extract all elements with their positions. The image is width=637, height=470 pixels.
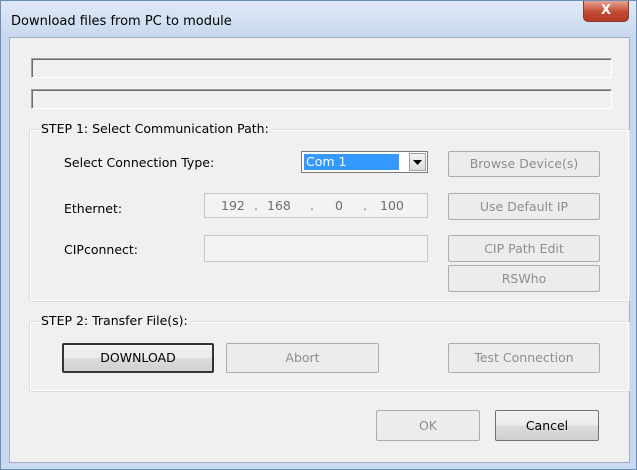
- step1-group: STEP 1: Select Communication Path: Selec…: [29, 121, 630, 302]
- connection-type-select[interactable]: Com 1: [301, 151, 428, 173]
- ethernet-label: Ethernet:: [64, 201, 123, 216]
- test-connection-button[interactable]: Test Connection: [448, 343, 600, 373]
- ip-dot: .: [363, 198, 367, 213]
- title-bar[interactable]: Download files from PC to module X: [1, 1, 636, 37]
- abort-button[interactable]: Abort: [226, 343, 379, 373]
- ip-octet-2: 168: [267, 198, 291, 213]
- rswho-button[interactable]: RSWho: [448, 265, 600, 292]
- cancel-button[interactable]: Cancel: [495, 410, 599, 441]
- connection-type-label: Select Connection Type:: [64, 155, 215, 170]
- ip-octet-4: 100: [380, 198, 404, 213]
- ip-dot: .: [254, 198, 258, 213]
- ip-dot: .: [310, 198, 314, 213]
- use-default-ip-button[interactable]: Use Default IP: [448, 193, 600, 220]
- download-dialog: Download files from PC to module X STEP …: [0, 0, 637, 470]
- ip-octet-3: 0: [335, 198, 343, 213]
- cipconnect-label: CIPconnect:: [64, 242, 138, 257]
- cipconnect-field[interactable]: [204, 235, 428, 262]
- download-button[interactable]: DOWNLOAD: [62, 343, 214, 373]
- chevron-down-icon[interactable]: [409, 153, 426, 171]
- cip-path-edit-button[interactable]: CIP Path Edit: [448, 235, 600, 262]
- step2-group: STEP 2: Transfer File(s): DOWNLOAD Abort…: [29, 313, 630, 392]
- step1-legend: STEP 1: Select Communication Path:: [38, 121, 272, 136]
- ip-octet-1: 192: [221, 198, 245, 213]
- progress-status-bar-1: [31, 58, 612, 78]
- ok-button[interactable]: OK: [376, 410, 480, 441]
- connection-type-value: Com 1: [304, 154, 399, 170]
- close-icon[interactable]: X: [583, 1, 629, 22]
- step2-legend: STEP 2: Transfer File(s):: [38, 313, 191, 328]
- dialog-body: STEP 1: Select Communication Path: Selec…: [9, 37, 630, 463]
- browse-devices-button[interactable]: Browse Device(s): [448, 151, 600, 177]
- window-title: Download files from PC to module: [11, 14, 232, 29]
- ip-address-field[interactable]: 192 . 168 . 0 . 100: [204, 193, 428, 218]
- progress-status-bar-2: [31, 89, 612, 109]
